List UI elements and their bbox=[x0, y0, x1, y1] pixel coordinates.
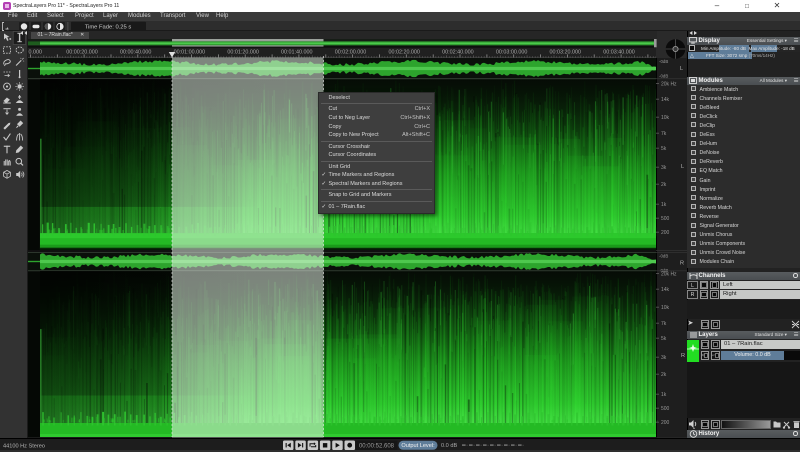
svg-text:00:01:20.000: 00:01:20.000 bbox=[227, 50, 258, 56]
svg-text:10k: 10k bbox=[661, 305, 670, 311]
svg-text:00:01:00.000: 00:01:00.000 bbox=[174, 50, 205, 56]
svg-text:00:01:40.000: 00:01:40.000 bbox=[281, 50, 312, 56]
svg-text:00:03:20.000: 00:03:20.000 bbox=[550, 50, 581, 56]
svg-text:00:00:40.000: 00:00:40.000 bbox=[120, 50, 151, 56]
svg-text:5k: 5k bbox=[661, 336, 667, 342]
svg-text:1k: 1k bbox=[661, 392, 667, 398]
svg-text:00:03:00.000: 00:03:00.000 bbox=[496, 50, 527, 56]
svg-text:500: 500 bbox=[661, 406, 670, 412]
svg-text:Output Level:: Output Level: bbox=[401, 443, 435, 449]
svg-text:-0dB: -0dB bbox=[659, 59, 668, 64]
svg-text:R: R bbox=[680, 261, 684, 267]
svg-text:00:03:40.000: 00:03:40.000 bbox=[603, 50, 634, 56]
svg-text:-0dB: -0dB bbox=[659, 74, 668, 79]
svg-text:0.0 dB: 0.0 dB bbox=[441, 443, 457, 449]
svg-text:Time Fade: 0.25 s: Time Fade: 0.25 s bbox=[85, 24, 132, 30]
svg-text:7k: 7k bbox=[661, 131, 667, 137]
svg-text:20k Hz: 20k Hz bbox=[661, 82, 677, 88]
svg-text:10k: 10k bbox=[661, 115, 670, 121]
svg-text:5k: 5k bbox=[661, 146, 667, 152]
svg-text:500: 500 bbox=[661, 216, 670, 222]
svg-text:7k: 7k bbox=[661, 321, 667, 327]
svg-text:00:00:20.000: 00:00:20.000 bbox=[66, 50, 97, 56]
svg-text:2k: 2k bbox=[661, 372, 667, 378]
svg-text:3k: 3k bbox=[661, 165, 667, 171]
svg-text:00:02:20.000: 00:02:20.000 bbox=[388, 50, 419, 56]
svg-text:00:02:40.000: 00:02:40.000 bbox=[442, 50, 473, 56]
svg-text:2k: 2k bbox=[661, 182, 667, 188]
svg-text:3k: 3k bbox=[661, 355, 667, 361]
svg-text:00:02:00.000: 00:02:00.000 bbox=[335, 50, 366, 56]
svg-text:200: 200 bbox=[661, 420, 670, 426]
svg-text:L: L bbox=[680, 66, 683, 72]
svg-text:14k: 14k bbox=[661, 97, 670, 103]
svg-text:1k: 1k bbox=[661, 202, 667, 208]
svg-text:14k: 14k bbox=[661, 287, 670, 293]
svg-text:-0dB: -0dB bbox=[659, 254, 668, 259]
svg-text:200: 200 bbox=[661, 230, 670, 236]
svg-text:00:00:52.608: 00:00:52.608 bbox=[359, 443, 395, 449]
svg-text:R: R bbox=[681, 353, 685, 359]
svg-text:L: L bbox=[681, 164, 684, 170]
svg-text:44100 Hz Stereo: 44100 Hz Stereo bbox=[3, 443, 45, 449]
